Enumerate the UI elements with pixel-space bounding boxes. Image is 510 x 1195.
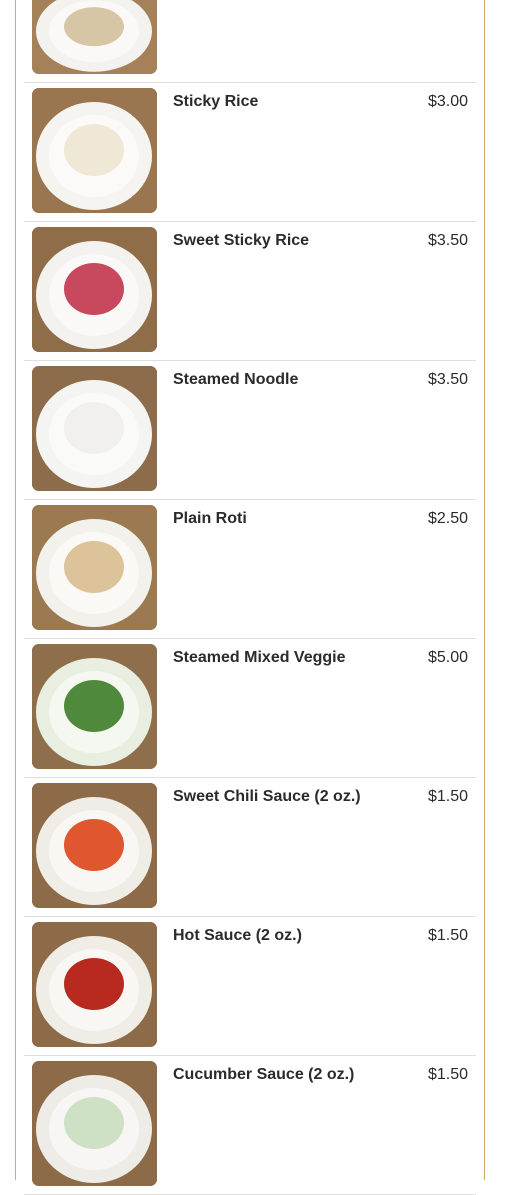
item-price: $3.50 xyxy=(427,232,468,249)
menu-item[interactable]: Cucumber Sauce (2 oz.) $1.50 xyxy=(24,1056,476,1195)
menu-item[interactable] xyxy=(24,0,476,83)
food-photo[interactable] xyxy=(32,1061,157,1186)
menu-list: Sticky Rice $3.00 Sweet Sticky Rice $3.50 St… xyxy=(24,0,476,1195)
menu-item[interactable]: Sticky Rice $3.00 xyxy=(24,83,476,222)
item-price: $1.50 xyxy=(427,1066,468,1083)
item-name[interactable]: Cucumber Sauce (2 oz.) xyxy=(173,1066,354,1084)
menu-item[interactable]: Sweet Sticky Rice $3.50 xyxy=(24,222,476,361)
food-photo[interactable] xyxy=(32,88,157,213)
menu-panel: Sticky Rice $3.00 Sweet Sticky Rice $3.50 St… xyxy=(15,0,485,1195)
food-photo[interactable] xyxy=(32,227,157,352)
item-price: $2.50 xyxy=(427,510,468,527)
food-photo[interactable] xyxy=(32,366,157,491)
item-name[interactable]: Sweet Sticky Rice xyxy=(173,232,309,250)
item-name[interactable]: Steamed Mixed Veggie xyxy=(173,649,346,667)
item-name[interactable]: Sweet Chili Sauce (2 oz.) xyxy=(173,788,361,806)
item-price: $1.50 xyxy=(427,788,468,805)
menu-item[interactable]: Hot Sauce (2 oz.) $1.50 xyxy=(24,917,476,1056)
food-photo[interactable] xyxy=(32,0,157,74)
food-photo[interactable] xyxy=(32,922,157,1047)
item-price: $3.00 xyxy=(427,93,468,110)
item-name[interactable]: Plain Roti xyxy=(173,510,247,528)
food-photo[interactable] xyxy=(32,505,157,630)
item-name[interactable]: Sticky Rice xyxy=(173,93,258,111)
menu-item[interactable]: Sweet Chili Sauce (2 oz.) $1.50 xyxy=(24,778,476,917)
food-photo[interactable] xyxy=(32,783,157,908)
item-price: $3.50 xyxy=(427,371,468,388)
menu-item[interactable]: Plain Roti $2.50 xyxy=(24,500,476,639)
item-price: $1.50 xyxy=(427,927,468,944)
item-name[interactable]: Steamed Noodle xyxy=(173,371,298,389)
menu-item[interactable]: Steamed Mixed Veggie $5.00 xyxy=(24,639,476,778)
item-name[interactable]: Hot Sauce (2 oz.) xyxy=(173,927,302,945)
item-price: $5.00 xyxy=(427,649,468,666)
menu-item[interactable]: Steamed Noodle $3.50 xyxy=(24,361,476,500)
food-photo[interactable] xyxy=(32,644,157,769)
